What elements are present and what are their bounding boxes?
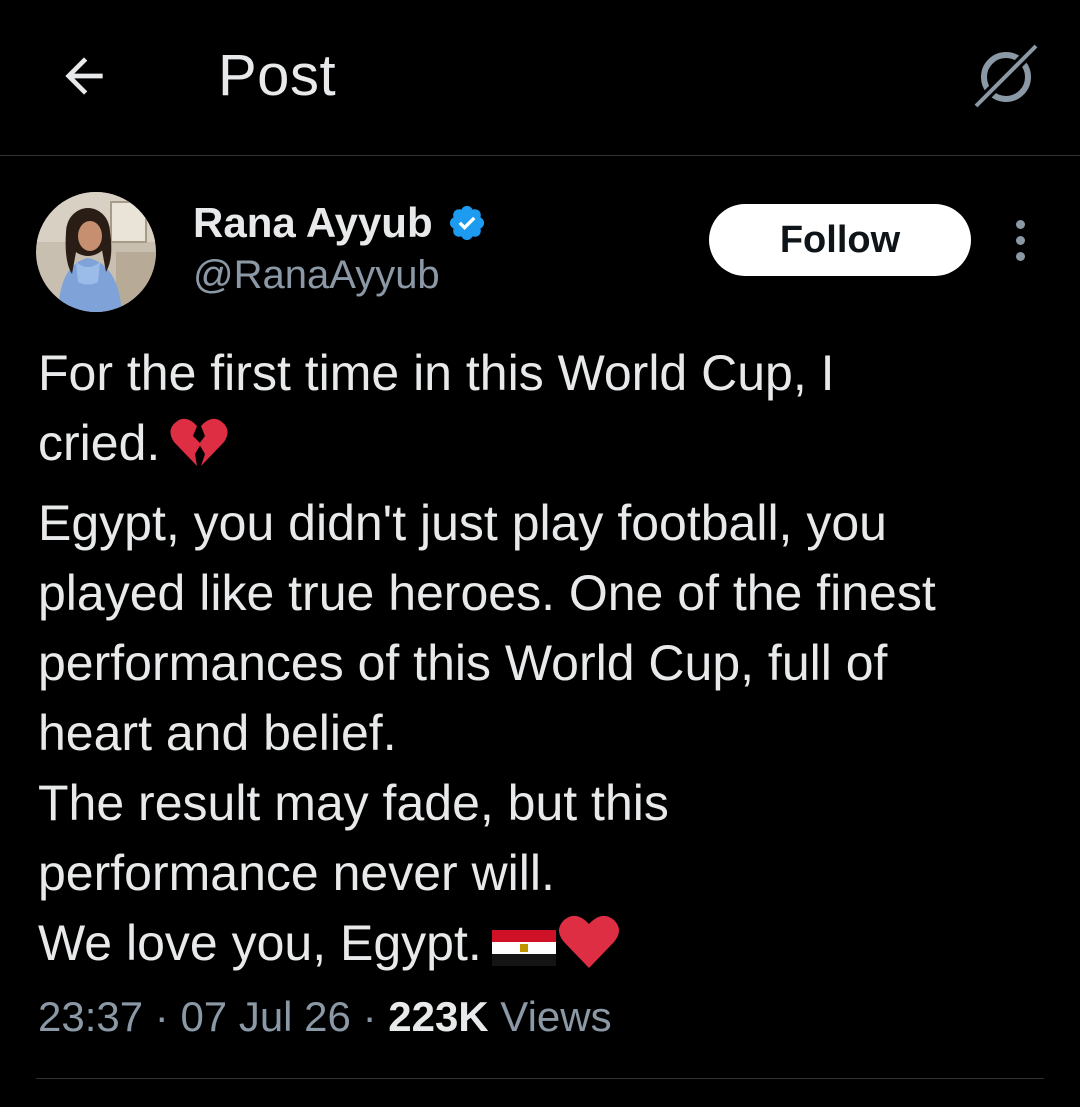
divider: [36, 1078, 1044, 1079]
tweet-line: For the first time in this World Cup, I: [38, 345, 835, 401]
more-options-icon[interactable]: [1000, 210, 1040, 270]
meta-separator: ·: [143, 993, 181, 1040]
back-button[interactable]: [52, 44, 116, 108]
author-row: Rana Ayyub @RanaAyyub Follow: [0, 190, 1080, 320]
verified-badge-icon: [447, 203, 487, 243]
tweet-line: Egypt, you didn't just play football, yo…: [38, 495, 887, 551]
tweet-line: played like true heroes. One of the fine…: [38, 565, 936, 621]
meta-separator: ·: [350, 993, 389, 1040]
tweet-line: We love you, Egypt.: [38, 908, 1058, 988]
post-date: 07 Jul 26: [180, 993, 351, 1040]
tweet-line: cried.: [38, 408, 1058, 488]
tweet-line-text: cried.: [38, 415, 161, 471]
tweet-line: performance never will.: [38, 845, 555, 901]
tweet-text: For the first time in this World Cup, I …: [38, 338, 1058, 988]
avatar[interactable]: [36, 192, 156, 312]
top-bar: Post: [0, 0, 1080, 156]
tweet-line: performances of this World Cup, full of: [38, 635, 888, 691]
post-time: 23:37: [38, 993, 144, 1040]
tweet-line-text: We love you, Egypt.: [38, 915, 482, 971]
avatar-image: [36, 192, 156, 312]
views-label: Views: [488, 993, 612, 1040]
post-meta: 23:37 · 07 Jul 26 · 223K Views: [38, 990, 612, 1044]
views-count[interactable]: 223K: [388, 993, 488, 1040]
red-heart-emoji: [558, 912, 620, 988]
grok-icon: [972, 42, 1040, 110]
egypt-flag-emoji: [491, 918, 556, 988]
display-name-line[interactable]: Rana Ayyub: [193, 200, 487, 246]
handle[interactable]: @RanaAyyub: [193, 252, 440, 298]
tweet-line: heart and belief.: [38, 705, 397, 761]
arrow-left-icon: [65, 57, 103, 95]
broken-heart-emoji: [170, 416, 228, 488]
grok-button[interactable]: [968, 38, 1044, 114]
tweet-line: The result may fade, but this: [38, 775, 669, 831]
display-name: Rana Ayyub: [193, 199, 433, 246]
page-title: Post: [218, 43, 337, 108]
follow-button[interactable]: Follow: [709, 204, 971, 276]
